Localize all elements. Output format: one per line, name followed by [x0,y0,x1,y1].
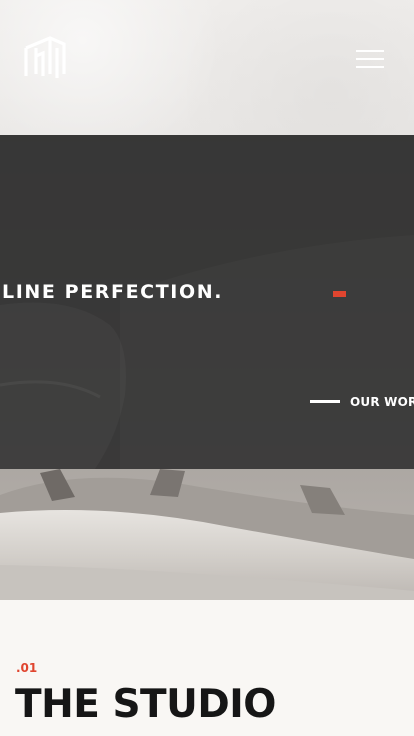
building-logo-icon[interactable] [24,34,66,80]
hero-slider: LINE PERFECTION. OUR WORK [0,135,414,600]
hero-dark-overlay: LINE PERFECTION. OUR WORK [0,135,414,469]
page: LINE PERFECTION. OUR WORK .01 THE STUDIO [0,0,414,736]
menu-line [356,66,384,68]
site-header [0,0,414,135]
slide-indicator[interactable] [333,291,346,297]
our-work-link[interactable]: OUR WORK [310,393,414,409]
hero-title: LINE PERFECTION. [2,281,224,303]
section-title: THE STUDIO [15,682,276,727]
hamburger-menu-icon[interactable] [356,48,384,70]
studio-section: .01 THE STUDIO [0,600,414,736]
menu-line [356,58,384,60]
section-number: .01 [16,661,38,675]
link-line [310,400,340,404]
our-work-label: OUR WORK [350,394,414,409]
menu-line [356,50,384,52]
